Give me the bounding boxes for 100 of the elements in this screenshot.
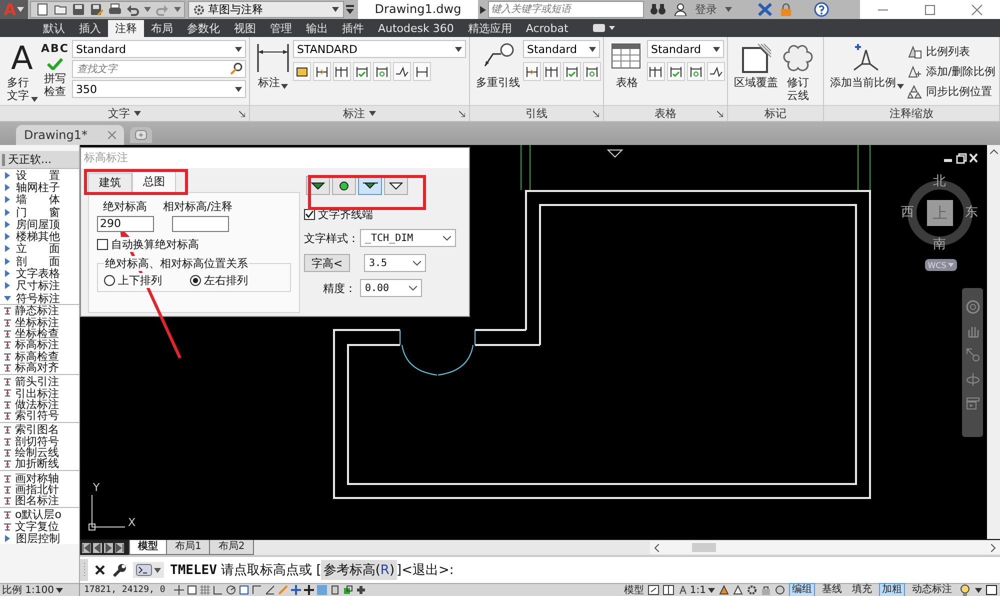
menu-command[interactable]: 标高对齐 (0, 362, 79, 374)
scale-command-button[interactable]: 比例列表 (907, 44, 996, 59)
box-icon[interactable] (330, 585, 340, 595)
ribbon-large-button[interactable]: 标注 (256, 40, 290, 105)
table-tool-button[interactable] (647, 62, 665, 81)
slope-icon[interactable] (265, 585, 275, 595)
radio-button[interactable] (190, 275, 201, 286)
style-dropdown[interactable]: STANDARD (293, 40, 466, 58)
compass-label[interactable]: 北 (933, 175, 946, 189)
globe-icon[interactable] (775, 585, 785, 595)
model-space-label[interactable]: 模型 (624, 583, 644, 596)
menu-category[interactable]: 图层控制 (0, 532, 79, 544)
style-dropdown[interactable]: Standard (647, 40, 724, 58)
input-field[interactable] (172, 216, 229, 232)
scale-command-button[interactable]: 同步比例位置 (907, 84, 996, 99)
save-icon[interactable] (72, 3, 85, 16)
document-tab[interactable]: Drawing1* (16, 125, 124, 145)
dimension-tool-button[interactable] (333, 62, 351, 81)
binoculars-icon[interactable] (650, 3, 666, 16)
wheel-icon[interactable] (966, 300, 980, 314)
new-tab-button[interactable] (130, 127, 152, 143)
polar-icon[interactable] (226, 585, 236, 595)
dimension-tool-button[interactable] (373, 62, 391, 81)
scroll-up-icon[interactable] (990, 149, 998, 154)
input-field[interactable]: 290 (97, 216, 154, 232)
checkbox[interactable] (304, 209, 315, 220)
corner-icon[interactable] (252, 585, 262, 595)
ribbon-tab[interactable]: 插件 (335, 20, 371, 37)
ribbon-large-button[interactable]: ABC 拼写检查 (41, 40, 69, 105)
vertical-scrollbar[interactable] (987, 145, 1000, 540)
wrench-icon[interactable] (112, 562, 127, 578)
close-button[interactable] (970, 4, 983, 16)
dimension-tool-button[interactable] (413, 62, 431, 81)
layout-navigation-button[interactable] (93, 542, 102, 553)
status-toggle[interactable]: 编组 (789, 583, 815, 596)
menu-command[interactable]: 做法标注 (0, 398, 79, 410)
angle-icon[interactable] (213, 585, 223, 595)
scale-selector[interactable]: 比例 1:100 (0, 583, 80, 596)
leader-tool-button[interactable] (543, 62, 561, 81)
compass-label[interactable]: 东 (965, 206, 978, 220)
user-icon[interactable] (674, 3, 687, 16)
dimension-tool-button[interactable] (293, 62, 311, 81)
panel-title-bar[interactable]: 文字 (0, 105, 249, 121)
square-icon[interactable] (187, 585, 197, 595)
layout-navigation-button[interactable] (104, 542, 113, 553)
dimension-tool-button[interactable] (313, 62, 331, 81)
ribbon-tab[interactable]: Acrobat (518, 20, 576, 37)
undo-icon[interactable] (126, 3, 139, 16)
panel-title-bar[interactable]: 引线 (470, 105, 603, 121)
menu-command[interactable]: 索引符号 (0, 410, 79, 422)
ribbon-large-button[interactable]: 添加当前比例 (830, 40, 904, 105)
ribbon-tab[interactable]: 参数化 (180, 20, 227, 37)
menu-category[interactable]: 剖 面 (0, 255, 79, 268)
table-tool-button[interactable] (667, 62, 685, 81)
annotation-scale-selector[interactable]: 1:1 (678, 584, 715, 596)
grid-icon[interactable] (200, 585, 210, 595)
menu-command[interactable]: 画指北针 (0, 484, 79, 496)
expand-arrow-icon[interactable] (480, 6, 486, 14)
dialog-launcher-icon[interactable] (239, 111, 245, 117)
auto-scale-icon[interactable] (733, 585, 743, 595)
viewport-close-icon[interactable] (969, 153, 978, 163)
layout-tab[interactable]: 布局2 (209, 540, 254, 556)
leader-tool-button[interactable] (523, 62, 541, 81)
ribbon-tab[interactable]: 注释 (108, 20, 144, 37)
ribbon-tab[interactable]: 插入 (72, 20, 108, 37)
crosshair-icon[interactable] (174, 585, 184, 595)
menu-command[interactable]: 绘制云线 (0, 446, 79, 458)
dimension-tool-button[interactable] (393, 62, 411, 81)
ribbon-large-button[interactable]: 修订云线 (781, 40, 815, 105)
menu-command[interactable]: 箭头引注 (0, 376, 79, 388)
fullscreen-icon[interactable] (986, 585, 997, 595)
plus-icon[interactable] (304, 585, 314, 595)
ribbon-tab[interactable]: 输出 (299, 20, 335, 37)
dimension-tool-button[interactable] (353, 62, 371, 81)
status-toggle[interactable]: 加粗 (879, 583, 905, 596)
print-icon[interactable] (108, 3, 121, 16)
menu-command[interactable]: 静态标注 (0, 305, 79, 317)
dropdown[interactable]: _TCH_DIM (360, 229, 456, 247)
menu-category[interactable]: 立 面 (0, 242, 79, 256)
table-tool-button[interactable] (707, 62, 725, 81)
new-file-icon[interactable] (36, 3, 49, 16)
checkbox[interactable] (97, 239, 108, 250)
compass-label[interactable]: 南 (933, 238, 946, 252)
menu-category[interactable]: 设 置 (0, 169, 79, 182)
menu-command[interactable]: 标高标注 (0, 339, 79, 350)
workspace-dropdown[interactable]: 草图与注释 (188, 1, 344, 18)
zoom-icon[interactable] (966, 348, 980, 362)
layout-tab[interactable]: 布局1 (166, 540, 210, 556)
leader-tool-button[interactable] (563, 62, 581, 81)
help-icon[interactable] (814, 2, 829, 17)
menu-command[interactable]: 加折断线 (0, 458, 79, 470)
layout-tab[interactable]: 模型 (129, 540, 167, 556)
menu-category[interactable]: 门 窗 (0, 206, 79, 218)
menu-command[interactable]: 文字复位 (0, 520, 79, 532)
orbit-icon[interactable] (966, 372, 980, 386)
dropdown[interactable]: 3.5 (364, 254, 426, 272)
dialog-launcher-icon[interactable] (717, 111, 723, 117)
visibility-icon[interactable] (719, 585, 729, 595)
scroll-right-icon[interactable] (991, 544, 996, 552)
command-option[interactable]: 参考标高(R) (321, 560, 397, 580)
